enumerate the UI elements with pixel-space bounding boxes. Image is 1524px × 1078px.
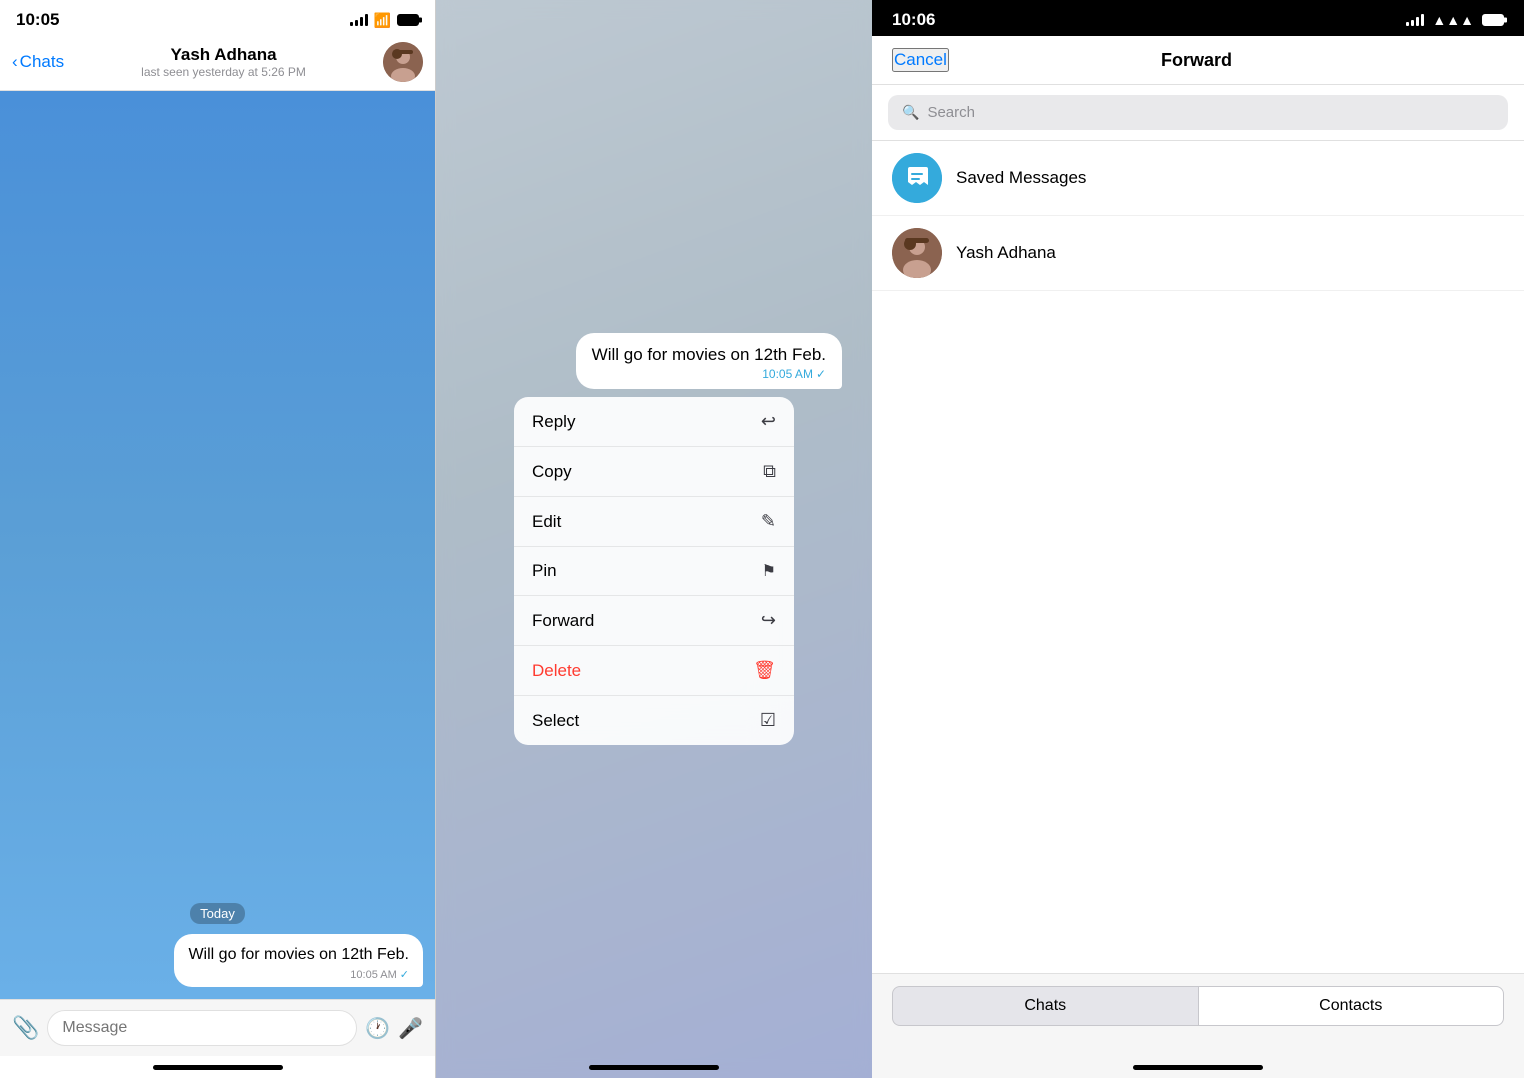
search-icon: 🔍 — [902, 104, 919, 121]
status-icons: 📶 — [350, 12, 419, 29]
back-button[interactable]: ‹ Chats — [12, 52, 64, 72]
message-time: 10:05 AM — [350, 969, 396, 981]
forward-panel: 10:06 ▲▲▲ Cancel Forward 🔍 Search — [872, 0, 1524, 1078]
forward-home-bar — [1133, 1065, 1263, 1070]
cancel-button[interactable]: Cancel — [892, 48, 949, 72]
select-label: Select — [532, 711, 579, 731]
forward-status-icons: ▲▲▲ — [1406, 12, 1504, 28]
copy-label: Copy — [532, 462, 572, 482]
context-content: Will go for movies on 12th Feb. 10:05 AM… — [436, 0, 872, 1078]
reply-label: Reply — [532, 412, 575, 432]
delete-icon: 🗑 — [753, 660, 776, 681]
context-message-text: Will go for movies on 12th Feb. — [592, 345, 826, 365]
contacts-tab[interactable]: Contacts — [1198, 986, 1505, 1026]
avatar[interactable] — [383, 42, 423, 82]
status-time: 10:05 — [16, 10, 59, 30]
forward-icon: ↪ — [761, 610, 776, 631]
forward-status-time: 10:06 — [892, 10, 935, 30]
context-menu-select[interactable]: Select ☑ — [514, 696, 794, 745]
home-indicator — [0, 1056, 435, 1078]
copy-icon: ⧉ — [763, 461, 776, 482]
context-message-bubble: Will go for movies on 12th Feb. 10:05 AM… — [576, 333, 842, 389]
pin-icon: ⚑ — [762, 561, 776, 581]
message-check: ✓ — [400, 968, 409, 981]
mic-button[interactable]: 🎤 — [398, 1016, 423, 1041]
forward-bottom-tabs: Chats Contacts — [872, 973, 1524, 1056]
edit-label: Edit — [532, 512, 561, 532]
chevron-left-icon: ‹ — [12, 52, 18, 72]
message-text: Will go for movies on 12th Feb. — [188, 944, 409, 966]
chat-input-bar: 📎 🕐 🎤 — [0, 999, 435, 1056]
message-meta: 10:05 AM ✓ — [188, 968, 409, 981]
forward-signal-icon — [1406, 14, 1424, 26]
attach-button[interactable]: 📎 — [12, 1015, 39, 1041]
context-message-check: ✓ — [816, 367, 826, 381]
yash-adhana-name: Yash Adhana — [956, 243, 1056, 263]
list-item[interactable]: Yash Adhana — [872, 216, 1524, 291]
battery-icon — [397, 14, 419, 26]
pin-label: Pin — [532, 561, 557, 581]
date-badge-text: Today — [190, 903, 245, 924]
forward-contacts-list: Saved Messages Yash Adhana — [872, 141, 1524, 973]
context-message-time: 10:05 AM — [762, 367, 813, 381]
forward-label: Forward — [532, 611, 594, 631]
saved-messages-name: Saved Messages — [956, 168, 1086, 188]
forward-nav-bar: Cancel Forward — [872, 36, 1524, 85]
chats-tab[interactable]: Chats — [892, 986, 1198, 1026]
yash-avatar — [892, 228, 942, 278]
context-home-indicator — [436, 1065, 872, 1070]
back-label: Chats — [20, 52, 64, 72]
status-bar: 10:05 📶 — [0, 0, 435, 34]
edit-icon: ✎ — [761, 511, 776, 532]
forward-title: Forward — [1161, 50, 1232, 71]
forward-home-indicator — [872, 1056, 1524, 1078]
forward-wifi-icon: ▲▲▲ — [1432, 12, 1474, 28]
context-menu-reply[interactable]: Reply ↩ — [514, 397, 794, 447]
context-menu: Reply ↩ Copy ⧉ Edit ✎ Pin ⚑ Forward ↪ De… — [514, 397, 794, 745]
context-menu-delete[interactable]: Delete 🗑 — [514, 646, 794, 696]
date-badge: Today — [12, 903, 423, 924]
emoji-button[interactable]: 🕐 — [365, 1016, 390, 1041]
context-menu-pin[interactable]: Pin ⚑ — [514, 547, 794, 596]
chat-nav-center: Yash Adhana last seen yesterday at 5:26 … — [141, 45, 306, 79]
delete-label: Delete — [532, 661, 581, 681]
context-message-meta: 10:05 AM ✓ — [592, 367, 826, 381]
saved-messages-avatar — [892, 153, 942, 203]
list-item[interactable]: Saved Messages — [872, 141, 1524, 216]
select-icon: ☑ — [760, 710, 776, 731]
chat-nav-bar: ‹ Chats Yash Adhana last seen yesterday … — [0, 34, 435, 91]
forward-search-inner[interactable]: 🔍 Search — [888, 95, 1508, 130]
message-input[interactable] — [47, 1010, 357, 1046]
context-home-bar — [589, 1065, 719, 1070]
wifi-icon: 📶 — [374, 12, 391, 29]
messages-area: Today Will go for movies on 12th Feb. 10… — [0, 91, 435, 999]
search-placeholder: Search — [927, 104, 975, 121]
context-panel: Will go for movies on 12th Feb. 10:05 AM… — [436, 0, 872, 1078]
message-bubble[interactable]: Will go for movies on 12th Feb. 10:05 AM… — [174, 934, 423, 987]
contact-status: last seen yesterday at 5:26 PM — [141, 65, 306, 79]
home-bar — [153, 1065, 283, 1070]
context-menu-edit[interactable]: Edit ✎ — [514, 497, 794, 547]
context-menu-forward[interactable]: Forward ↪ — [514, 596, 794, 646]
reply-icon: ↩ — [761, 411, 776, 432]
forward-battery-icon — [1482, 14, 1504, 26]
forward-search-bar: 🔍 Search — [872, 85, 1524, 141]
context-menu-copy[interactable]: Copy ⧉ — [514, 447, 794, 497]
contact-name: Yash Adhana — [170, 45, 276, 65]
signal-icon — [350, 14, 368, 26]
chat-panel: 10:05 📶 ‹ Chats Yash Adhana last seen ye… — [0, 0, 436, 1078]
forward-status-bar: 10:06 ▲▲▲ — [872, 0, 1524, 36]
